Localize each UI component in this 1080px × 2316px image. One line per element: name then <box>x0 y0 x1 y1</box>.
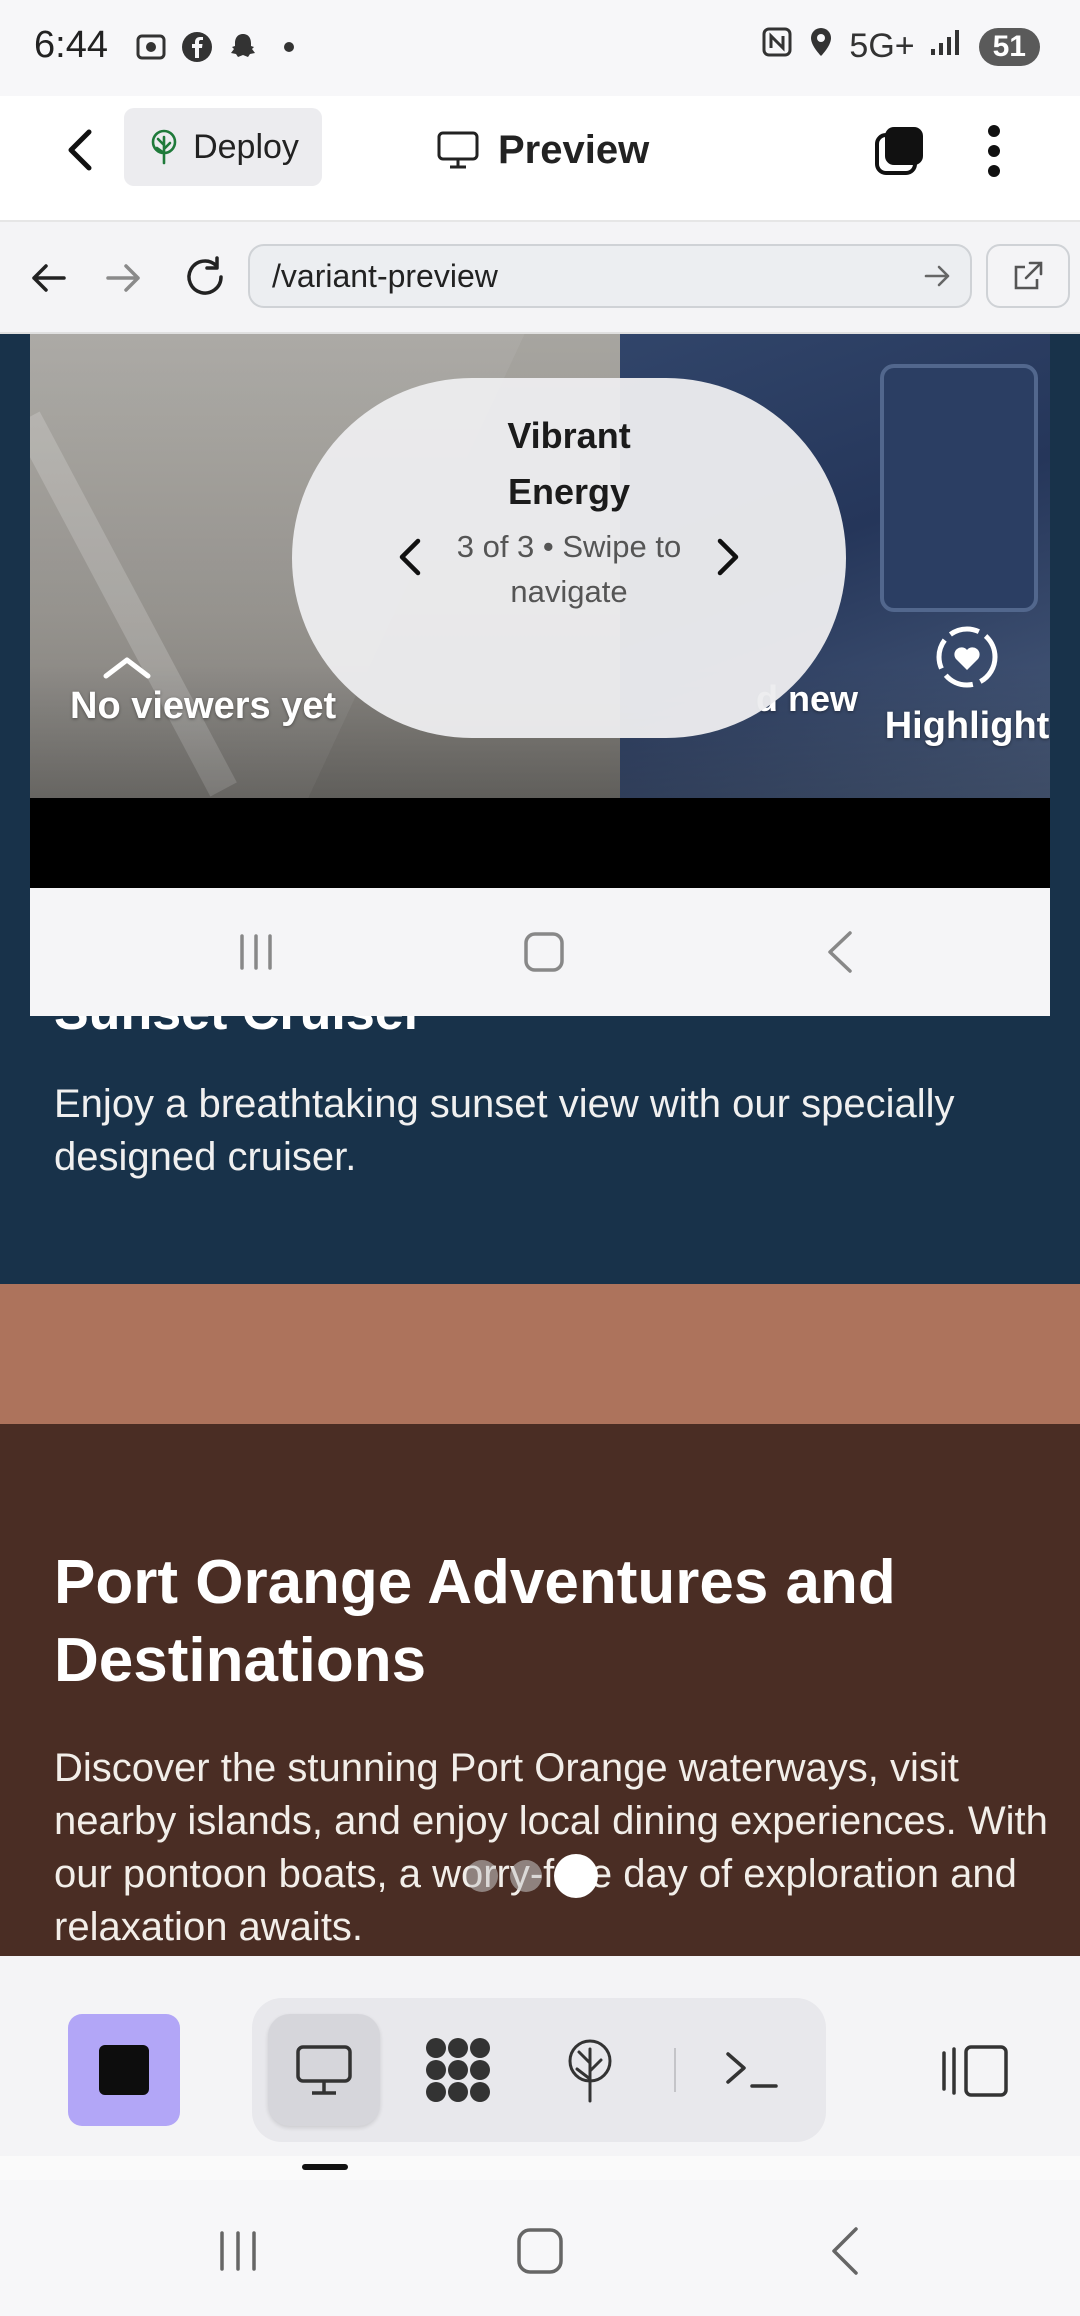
preview-label: Preview <box>498 127 650 172</box>
arrow-left-icon <box>32 264 66 292</box>
stop-icon <box>99 2045 149 2095</box>
system-recents-button[interactable] <box>198 2216 278 2286</box>
carousel-dots <box>466 1854 598 1898</box>
system-back-button[interactable] <box>804 2216 884 2286</box>
panel-toggle-button[interactable] <box>920 2016 1030 2126</box>
photo-detail <box>880 364 1038 612</box>
chevron-left-icon <box>832 2227 858 2275</box>
status-time: 6:44 <box>34 24 108 66</box>
kebab-menu-icon <box>988 125 1000 177</box>
status-bar: 6:44 5G+ 51 <box>0 0 1080 96</box>
apps-icon <box>426 2038 490 2102</box>
stop-button[interactable] <box>68 2014 180 2126</box>
sidebar-panel-icon <box>942 2045 1008 2097</box>
tabs-icon <box>875 127 923 175</box>
monitor-icon <box>296 2045 352 2095</box>
more-options-button[interactable] <box>964 114 1024 188</box>
system-indicators: 5G+ 51 <box>761 26 1040 67</box>
screenshot-icon <box>134 30 168 64</box>
nfc-icon <box>761 26 793 67</box>
dot-icon <box>272 30 306 64</box>
viewers-label: No viewers yet <box>70 685 337 727</box>
app-toolbar: Deploy Preview <box>0 96 1080 222</box>
highlight-heart-icon <box>936 626 998 688</box>
tab-preview[interactable] <box>268 2014 380 2126</box>
embedded-nav-bar <box>30 888 1050 1016</box>
highlight-button[interactable]: Highlight <box>872 624 1050 748</box>
battery-indicator: 51 <box>978 27 1040 66</box>
url-input[interactable]: /variant-preview <box>248 244 972 308</box>
port-description: Discover the stunning Port Orange waterw… <box>54 1746 1048 1949</box>
chevron-left-icon <box>68 129 92 171</box>
carousel-dot-2[interactable] <box>510 1860 542 1892</box>
home-icon <box>517 2228 563 2274</box>
tab-apps[interactable] <box>402 2014 514 2126</box>
port-heading: Port Orange Adventures and Destinations <box>54 1548 896 1695</box>
open-external-button[interactable] <box>986 244 1070 308</box>
previous-variant-button[interactable] <box>380 522 440 592</box>
go-arrow-icon[interactable] <box>924 264 952 288</box>
tab-deploy[interactable] <box>534 2014 646 2126</box>
home-button[interactable] <box>514 922 574 982</box>
external-link-icon <box>1014 261 1043 290</box>
story-photo: No viewers yet d new Highlight Vibrant E… <box>30 334 1050 798</box>
preview-tab[interactable]: Preview <box>436 120 649 180</box>
recents-icon <box>240 934 272 970</box>
signal-icon <box>929 27 965 66</box>
deploy-button[interactable]: Deploy <box>124 108 322 186</box>
back-nav-button[interactable] <box>810 924 870 980</box>
snapchat-icon <box>226 30 260 64</box>
browser-back-button[interactable] <box>20 250 76 306</box>
location-icon <box>807 26 835 67</box>
url-text: /variant-preview <box>272 257 498 294</box>
carousel-dot-1[interactable] <box>466 1860 498 1892</box>
system-home-button[interactable] <box>500 2216 580 2286</box>
reload-button[interactable] <box>174 246 236 308</box>
terminal-icon <box>726 2052 778 2088</box>
variant-title: Vibrant Energy <box>507 415 631 512</box>
browser-bar: /variant-preview <box>0 222 1080 334</box>
carousel-dot-3-active[interactable] <box>554 1854 598 1898</box>
reload-icon <box>187 256 223 295</box>
deploy-tree-icon <box>151 129 177 165</box>
story-footer-bar <box>30 798 1050 888</box>
cruiser-description: Enjoy a breathtaking sunset view with ou… <box>54 1082 955 1179</box>
highlight-label: Highlight <box>884 705 1050 747</box>
preview-viewport[interactable]: No viewers yet d new Highlight Vibrant E… <box>0 334 1080 1956</box>
view-tab-group <box>252 1998 826 2142</box>
recents-button[interactable] <box>226 924 286 980</box>
recents-icon <box>220 2231 256 2271</box>
tab-indicator <box>302 2164 348 2170</box>
variant-subtitle: 3 of 3 • Swipe to navigate <box>456 529 682 609</box>
back-button[interactable] <box>52 122 108 178</box>
next-variant-button[interactable] <box>698 522 758 592</box>
notification-icons <box>134 30 306 64</box>
home-icon <box>524 932 564 972</box>
monitor-icon <box>437 131 479 169</box>
chevron-right-icon <box>717 538 739 576</box>
bottom-toolbar <box>0 1956 1080 2156</box>
variant-navigator: Vibrant Energy 3 of 3 • Swipe to navigat… <box>292 378 846 738</box>
chevron-up-icon <box>103 657 151 679</box>
arrow-right-icon <box>106 264 140 292</box>
tabs-button[interactable] <box>864 116 934 186</box>
deploy-icon <box>568 2039 612 2103</box>
facebook-icon <box>180 30 214 64</box>
orange-divider-band <box>0 1284 1080 1424</box>
tab-separator <box>674 2048 676 2092</box>
chevron-left-icon <box>828 931 852 973</box>
tab-terminal[interactable] <box>696 2014 808 2126</box>
browser-forward-button[interactable] <box>96 250 152 306</box>
network-label: 5G+ <box>849 27 915 65</box>
system-navigation-bar <box>0 2180 1080 2316</box>
deploy-label: Deploy <box>193 127 299 166</box>
chevron-left-icon <box>399 538 421 576</box>
